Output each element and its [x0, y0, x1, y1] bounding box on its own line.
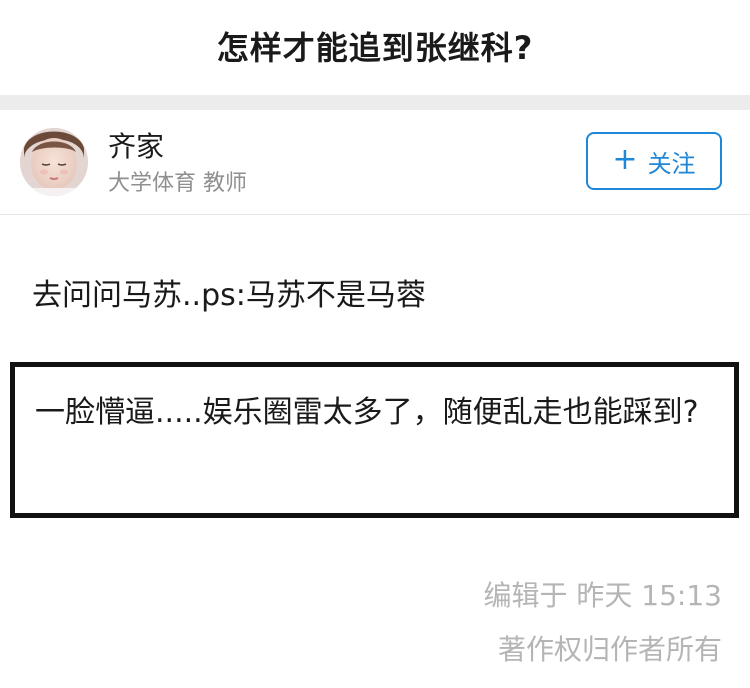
answer-text: 去问问马苏..ps:马苏不是马蓉: [32, 278, 426, 313]
follow-label: 关注: [647, 149, 696, 178]
copyright-notice: 著作权归作者所有: [497, 633, 722, 666]
author-description: 大学体育 教师: [108, 171, 247, 196]
question-header: 怎样才能追到张继科?: [0, 0, 750, 95]
highlight-box: 一脸懵逼.....娱乐圈雷太多了，随便乱走也能踩到?: [10, 362, 739, 518]
follow-button[interactable]: + 关注: [586, 132, 722, 190]
edit-timestamp: 编辑于 昨天 15:13: [483, 579, 723, 612]
highlight-text: 一脸懵逼.....娱乐圈雷太多了，随便乱走也能踩到?: [35, 395, 699, 430]
author-name[interactable]: 齐家: [108, 130, 164, 164]
section-divider: [0, 95, 750, 110]
child-portrait-avatar-icon: [20, 128, 88, 196]
plus-icon: +: [612, 141, 638, 177]
avatar[interactable]: [20, 128, 88, 196]
author-row: 齐家 大学体育 教师 + 关注: [0, 110, 750, 215]
question-title[interactable]: 怎样才能追到张继科?: [217, 23, 534, 69]
